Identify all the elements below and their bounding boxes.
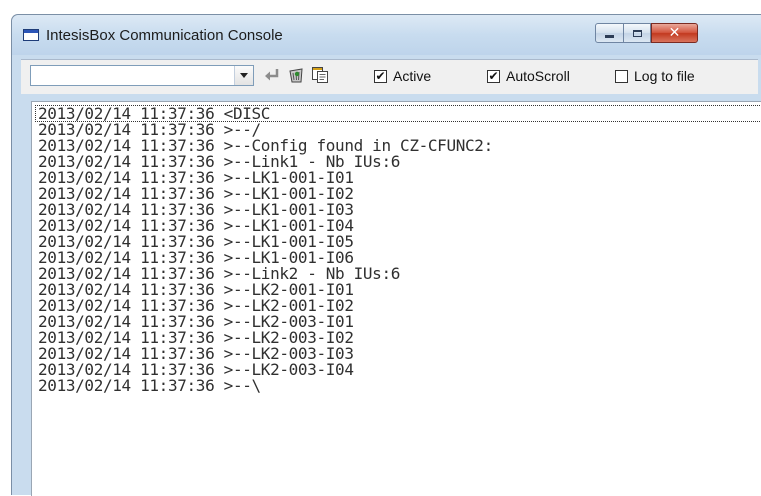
maximize-button[interactable] [623, 23, 651, 43]
minimize-button[interactable] [595, 23, 624, 43]
maximize-icon [632, 29, 642, 37]
command-combobox[interactable] [30, 65, 254, 86]
copy-icon[interactable] [309, 64, 331, 86]
autoscroll-check-box[interactable]: ✔ [487, 69, 500, 83]
close-button[interactable]: ✕ [651, 23, 698, 43]
console-output[interactable]: 2013/02/14 11:37:36 <DISC 2013/02/14 11:… [31, 101, 761, 496]
close-icon: ✕ [668, 25, 681, 41]
combo-dropdown-button[interactable] [234, 66, 253, 85]
enter-icon[interactable] [261, 64, 283, 86]
minimize-icon [605, 35, 614, 38]
app-icon [23, 29, 39, 41]
log-to-file-checkbox[interactable]: Log to file [615, 68, 695, 84]
log-line: 2013/02/14 11:37:36 >--\ [38, 376, 261, 395]
active-label: Active [393, 68, 432, 84]
active-check-box[interactable]: ✔ [374, 69, 387, 83]
console-window: IntesisBox Communication Console ✕ ✔ Act… [11, 14, 761, 496]
window-title: IntesisBox Communication Console [46, 27, 283, 44]
command-input[interactable] [31, 66, 231, 85]
toolbar: ✔ Active ✔ AutoScroll Log to file [21, 59, 758, 94]
active-checkbox[interactable]: ✔ Active [374, 68, 431, 84]
autoscroll-checkbox[interactable]: ✔ AutoScroll [487, 68, 570, 84]
autoscroll-label: AutoScroll [506, 68, 570, 84]
clear-bin-icon[interactable] [285, 64, 307, 86]
chevron-down-icon [240, 73, 248, 78]
log-to-file-label: Log to file [634, 68, 695, 84]
log-to-file-check-box[interactable] [615, 69, 628, 83]
title-bar[interactable]: IntesisBox Communication Console ✕ [12, 15, 761, 55]
